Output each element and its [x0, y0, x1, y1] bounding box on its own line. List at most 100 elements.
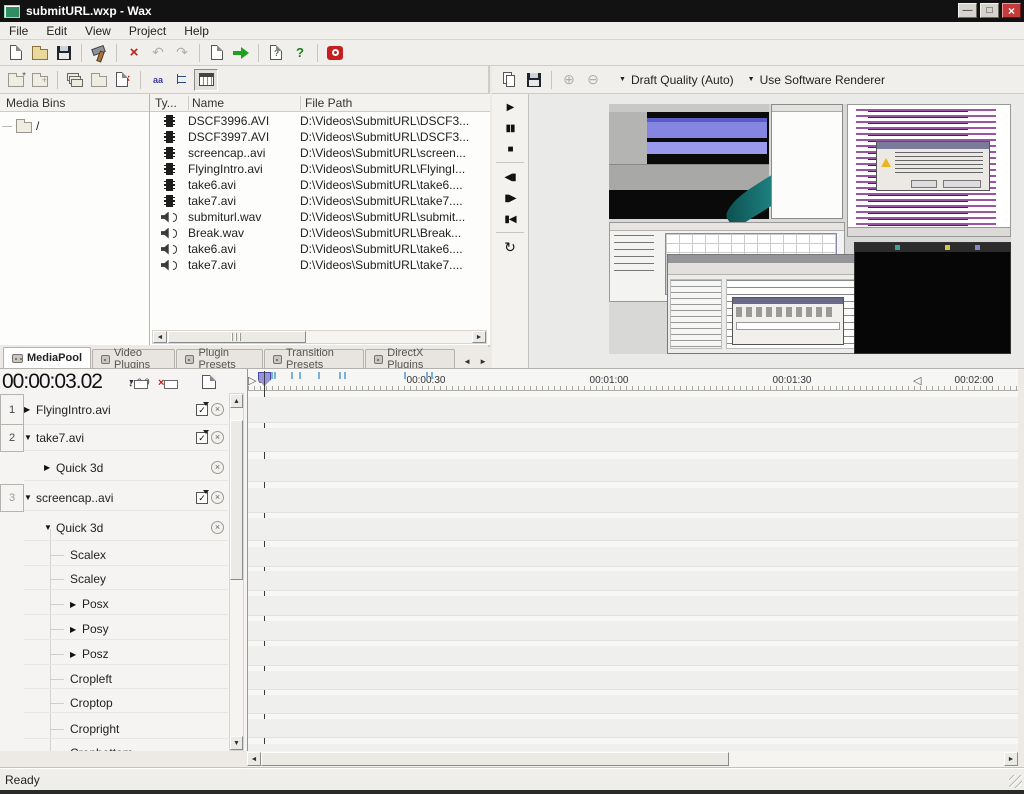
expander-right-icon[interactable]: ▶ — [24, 405, 36, 414]
tab-scroll-left-button[interactable]: ◄ — [460, 355, 474, 368]
tab-scroll-right-button[interactable]: ► — [476, 355, 490, 368]
tab-plugin-presets[interactable]: Plugin Presets — [176, 349, 263, 368]
track-label-posz[interactable]: ▶Posz — [24, 644, 228, 665]
about-button[interactable]: ? — [288, 42, 312, 64]
delete-track-button[interactable]: × — [158, 373, 184, 389]
scroll-right-button[interactable]: ► — [1004, 752, 1018, 766]
visibility-flag-icon[interactable]: ✓ — [196, 492, 208, 504]
visibility-flag-icon[interactable]: ✓ — [196, 432, 208, 444]
track-label-scaley[interactable]: Scaley — [24, 569, 228, 590]
timeline-ruler[interactable]: 00 ▷ 00:00:3000:01:0000:01:3000:02:00◁ — [248, 371, 1018, 391]
save-frame-button[interactable] — [522, 69, 546, 91]
tab-transition-presets[interactable]: Transition Presets — [264, 349, 364, 368]
render-setup-button[interactable] — [205, 42, 229, 64]
table-row[interactable]: screencap..aviD:\Videos\SubmitURL\screen… — [150, 145, 487, 161]
visibility-flag-icon[interactable]: ✓ — [196, 404, 208, 416]
vscroll-thumb[interactable] — [230, 420, 243, 580]
remove-track-icon[interactable]: × — [211, 461, 224, 474]
scroll-left-button[interactable]: ◄ — [247, 752, 261, 766]
expander-right-icon[interactable]: ▶ — [70, 650, 82, 659]
details-view-button[interactable] — [194, 69, 218, 91]
track-label-cropleft[interactable]: Cropleft — [24, 669, 228, 689]
quality-dropdown[interactable]: ▼ Draft Quality (Auto) — [619, 73, 734, 87]
table-row[interactable]: DSCF3996.AVID:\Videos\SubmitURL\DSCF3... — [150, 113, 487, 129]
tab-directx-plugins[interactable]: DirectX Plugins — [365, 349, 455, 368]
track-label-cropbottom[interactable]: Cropbottom — [24, 743, 228, 751]
insert-track-button[interactable]: ↓ — [128, 373, 154, 389]
open-project-button[interactable] — [28, 42, 52, 64]
expander-right-icon[interactable]: ▶ — [70, 625, 82, 634]
exit-button[interactable] — [323, 42, 347, 64]
minimize-button[interactable]: — — [958, 3, 977, 18]
pause-button[interactable]: ▮▮ — [492, 119, 528, 137]
new-project-button[interactable] — [4, 42, 28, 64]
delete-button[interactable]: × — [122, 42, 146, 64]
redo-button[interactable]: ↷ — [170, 42, 194, 64]
table-row[interactable]: take6.aviD:\Videos\SubmitURL\take6.... — [150, 241, 487, 257]
zoom-in-button[interactable]: ⊕ — [557, 69, 581, 91]
edit-properties-button[interactable] — [202, 373, 228, 389]
import-media-button[interactable] — [63, 69, 87, 91]
list-hscrollbar[interactable]: ◄ ► — [152, 330, 487, 344]
scroll-left-button[interactable]: ◄ — [153, 331, 167, 343]
table-row[interactable]: DSCF3997.AVID:\Videos\SubmitURL\DSCF3... — [150, 129, 487, 145]
table-row[interactable]: take7.aviD:\Videos\SubmitURL\take7.... — [150, 193, 487, 209]
maximize-button[interactable]: □ — [980, 3, 999, 18]
column-path[interactable]: File Path — [305, 96, 352, 110]
expander-down-icon[interactable]: ▼ — [24, 493, 36, 502]
table-row[interactable]: submiturl.wavD:\Videos\SubmitURL\submit.… — [150, 209, 487, 225]
expander-down-icon[interactable]: ▼ — [44, 523, 56, 532]
timeline-hscrollbar[interactable]: ◄ ► — [247, 751, 1018, 767]
menu-edit[interactable]: Edit — [37, 23, 76, 39]
add-bin-button[interactable]: + — [28, 69, 52, 91]
tracks-vscrollbar[interactable]: ▲ ▼ — [229, 393, 244, 751]
tab-mediapool[interactable]: MediaPool — [3, 347, 91, 368]
end-marker-icon[interactable]: ◁ — [913, 374, 921, 387]
resize-grip[interactable] — [1009, 775, 1022, 788]
remove-track-icon[interactable]: × — [211, 521, 224, 534]
start-marker-icon[interactable]: ▷ — [248, 374, 256, 387]
stop-button[interactable]: ■ — [492, 140, 528, 158]
expander-right-icon[interactable]: ▶ — [44, 463, 56, 472]
table-row[interactable]: take7.aviD:\Videos\SubmitURL\take7.... — [150, 257, 487, 273]
menu-file[interactable]: File — [0, 23, 37, 39]
track-label-quick-3d[interactable]: ▼Quick 3d× — [24, 515, 228, 541]
track-label-take7-avi[interactable]: ▼take7.avi✓× — [24, 425, 228, 451]
column-type[interactable]: Ty... — [155, 96, 177, 110]
loop-button[interactable]: ↻ — [492, 238, 528, 256]
tools-button[interactable] — [87, 42, 111, 64]
menu-view[interactable]: View — [76, 23, 120, 39]
small-icon-view-button[interactable]: aa — [146, 69, 170, 91]
timeline-hscroll-thumb[interactable] — [261, 752, 729, 766]
track-label-posx[interactable]: ▶Posx — [24, 594, 228, 615]
menu-project[interactable]: Project — [120, 23, 175, 39]
scroll-down-button[interactable]: ▼ — [230, 736, 243, 750]
zoom-out-button[interactable]: ⊖ — [581, 69, 605, 91]
track-label-flyingintro-avi[interactable]: ▶FlyingIntro.avi✓× — [24, 395, 228, 425]
open-media-button[interactable] — [87, 69, 111, 91]
step-back-button[interactable]: ◀▮ — [492, 168, 528, 186]
bin-root-item[interactable]: / — [2, 118, 39, 134]
tab-video-plugins[interactable]: Video Plugins — [92, 349, 175, 368]
tree-view-button[interactable] — [170, 69, 194, 91]
track-label-croptop[interactable]: Croptop — [24, 693, 228, 713]
track-label-scalex[interactable]: Scalex — [24, 545, 228, 566]
table-row[interactable]: take6.aviD:\Videos\SubmitURL\take6.... — [150, 177, 487, 193]
hscroll-thumb[interactable] — [168, 331, 306, 343]
scroll-up-button[interactable]: ▲ — [230, 394, 243, 408]
table-row[interactable]: FlyingIntro.aviD:\Videos\SubmitURL\Flyin… — [150, 161, 487, 177]
expander-down-icon[interactable]: ▼ — [24, 433, 36, 442]
play-button[interactable]: ▶ — [492, 98, 528, 116]
undo-button[interactable]: ↶ — [146, 42, 170, 64]
track-label-posy[interactable]: ▶Posy — [24, 619, 228, 640]
remove-track-icon[interactable]: × — [211, 403, 224, 416]
save-project-button[interactable] — [52, 42, 76, 64]
new-bin-button[interactable]: * — [4, 69, 28, 91]
track-label-screencap-avi[interactable]: ▼screencap..avi✓× — [24, 485, 228, 511]
go-to-start-button[interactable]: ▮◀ — [492, 210, 528, 228]
track-label-quick-3d[interactable]: ▶Quick 3d× — [24, 455, 228, 481]
remove-track-icon[interactable]: × — [211, 431, 224, 444]
step-forward-button[interactable]: ▮▶ — [492, 189, 528, 207]
remove-track-icon[interactable]: × — [211, 491, 224, 504]
scroll-right-button[interactable]: ► — [472, 331, 486, 343]
